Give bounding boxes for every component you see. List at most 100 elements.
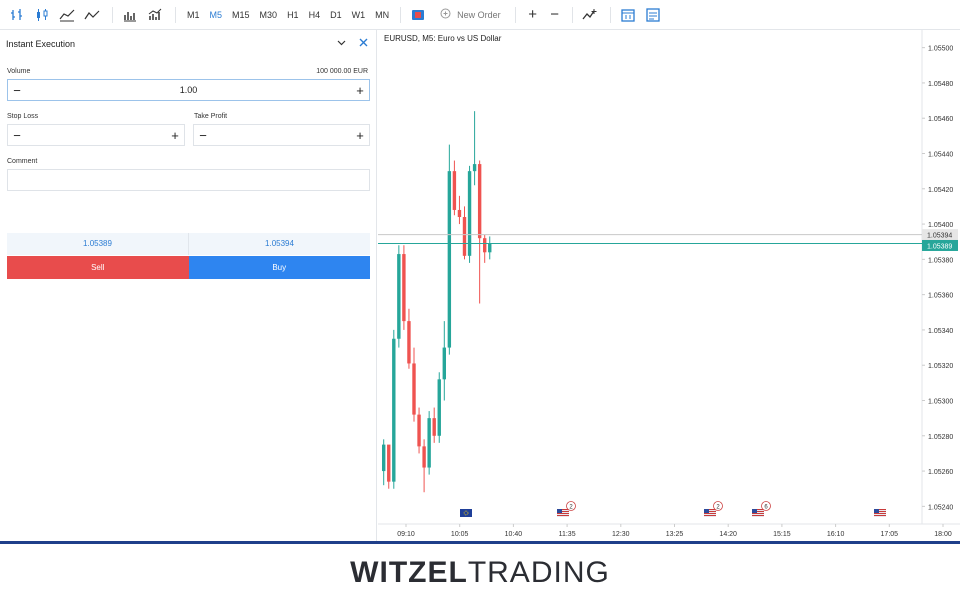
timeframe-w1[interactable]: W1 bbox=[347, 4, 371, 26]
price-axis-label: 1.05420 bbox=[928, 187, 953, 194]
take-profit-decrease-button[interactable]: − bbox=[194, 128, 212, 143]
us-flag-stripe bbox=[704, 513, 716, 514]
time-axis-label: 10:05 bbox=[451, 531, 469, 538]
take-profit-increase-button[interactable]: + bbox=[351, 128, 369, 143]
price-axis-label: 1.05480 bbox=[928, 81, 953, 88]
price-axis-label: 1.05240 bbox=[928, 504, 953, 511]
trade-buttons: Sell Buy bbox=[7, 256, 370, 279]
chevron-down-icon[interactable] bbox=[337, 38, 346, 48]
line-chart-icon[interactable] bbox=[81, 4, 103, 26]
us-flag-canton bbox=[704, 509, 709, 513]
volume-bars-icon[interactable] bbox=[119, 4, 141, 26]
quote-row: 1.05389 1.05394 bbox=[7, 233, 370, 255]
bar-chart-icon[interactable] bbox=[6, 4, 28, 26]
volume-label: Volume bbox=[7, 68, 31, 75]
candle-body bbox=[437, 379, 441, 436]
ask-price: 1.05394 bbox=[265, 239, 294, 248]
zoom-in-button[interactable]: + bbox=[522, 6, 544, 23]
candle-body bbox=[427, 418, 431, 468]
area-chart-icon[interactable] bbox=[56, 4, 78, 26]
indicators-icon[interactable] bbox=[144, 4, 166, 26]
time-axis-label: 17:05 bbox=[881, 531, 899, 538]
toolbar-divider bbox=[112, 6, 113, 23]
volume-input[interactable]: 1.00 bbox=[26, 85, 351, 95]
candle-body bbox=[422, 446, 426, 468]
us-flag-stripe bbox=[557, 515, 569, 516]
us-flag-stripe bbox=[874, 513, 886, 514]
candlestick-icon[interactable] bbox=[31, 4, 53, 26]
candle-body bbox=[392, 338, 396, 482]
us-flag-stripe bbox=[557, 513, 569, 514]
time-axis-label: 10:40 bbox=[505, 531, 523, 538]
take-profit-stepper[interactable]: − + bbox=[193, 124, 370, 146]
timeframe-m5[interactable]: M5 bbox=[205, 4, 228, 26]
time-axis-label: 16:10 bbox=[827, 531, 845, 538]
candle-body bbox=[452, 171, 457, 210]
zoom-out-button[interactable]: − bbox=[544, 6, 566, 23]
order-panel-header: Instant Execution bbox=[0, 30, 376, 58]
price-axis-label: 1.05320 bbox=[928, 363, 953, 370]
timeframe-h4[interactable]: H4 bbox=[304, 4, 326, 26]
volume-increase-button[interactable]: + bbox=[351, 83, 369, 98]
candle-body bbox=[397, 254, 401, 339]
one-click-trading-icon[interactable] bbox=[407, 4, 429, 26]
timeframe-selector: M1 M5 M15 M30 H1 H4 D1 W1 MN bbox=[182, 4, 394, 26]
add-indicator-icon[interactable] bbox=[579, 4, 601, 26]
us-flag-canton bbox=[557, 509, 562, 513]
timeframe-m15[interactable]: M15 bbox=[227, 4, 255, 26]
sell-button[interactable]: Sell bbox=[7, 256, 189, 279]
us-flag-canton bbox=[874, 509, 879, 513]
candle-body bbox=[412, 363, 416, 415]
stop-loss-label: Stop Loss bbox=[7, 113, 39, 120]
brand-logo: WITZELTRADING bbox=[0, 556, 960, 590]
us-flag-stripe bbox=[874, 515, 886, 516]
chart-title: EURUSD, M5: Euro vs US Dollar bbox=[384, 34, 502, 43]
price-axis-label: 1.05400 bbox=[928, 222, 953, 229]
candle-body bbox=[387, 444, 391, 482]
timeframe-m1[interactable]: M1 bbox=[182, 4, 205, 26]
price-axis-label: 1.05380 bbox=[928, 257, 953, 264]
us-flag-stripe bbox=[752, 513, 764, 514]
stop-loss-decrease-button[interactable]: − bbox=[8, 128, 26, 143]
price-axis-label: 1.05300 bbox=[928, 399, 953, 406]
timeframe-h1[interactable]: H1 bbox=[282, 4, 304, 26]
close-icon[interactable] bbox=[359, 36, 368, 50]
panel-title: Instant Execution bbox=[6, 39, 76, 49]
candle-body bbox=[472, 164, 477, 172]
brand-footer: WITZELTRADING bbox=[0, 541, 960, 600]
candle-body bbox=[457, 209, 462, 218]
new-order-label: New Order bbox=[457, 9, 501, 20]
time-axis-label: 15:15 bbox=[773, 531, 791, 538]
price-axis-label: 1.05500 bbox=[928, 46, 953, 53]
candle-body bbox=[402, 254, 406, 322]
templates-icon[interactable] bbox=[642, 4, 664, 26]
toolbar-divider bbox=[514, 6, 516, 23]
price-axis-label: 1.05360 bbox=[928, 293, 953, 300]
ask-price-tag-text: 1.05394 bbox=[927, 233, 952, 240]
candle-body bbox=[432, 418, 436, 436]
stop-loss-stepper[interactable]: − + bbox=[7, 124, 185, 146]
volume-decrease-button[interactable]: − bbox=[8, 83, 26, 98]
volume-stepper[interactable]: − 1.00 + bbox=[7, 79, 370, 101]
new-order-button[interactable]: New Order bbox=[432, 8, 509, 21]
chart-canvas[interactable]: 1.05500 1.05480 1.05460 1.05440 1.05420 1.054… bbox=[378, 30, 960, 541]
candle-body bbox=[483, 238, 487, 253]
bid-price: 1.05389 bbox=[83, 239, 112, 248]
stop-loss-increase-button[interactable]: + bbox=[166, 128, 184, 143]
timeframe-d1[interactable]: D1 bbox=[325, 4, 347, 26]
timeframe-m30[interactable]: M30 bbox=[255, 4, 283, 26]
comment-field[interactable] bbox=[7, 169, 370, 191]
candle-body bbox=[477, 164, 482, 239]
price-axis-label: 1.05340 bbox=[928, 328, 953, 335]
buy-button[interactable]: Buy bbox=[188, 256, 370, 279]
main-toolbar: M1 M5 M15 M30 H1 H4 D1 W1 MN New Order + − bbox=[0, 0, 960, 30]
us-flag-canton bbox=[752, 509, 757, 513]
calendar-icon[interactable] bbox=[617, 4, 639, 26]
price-chart[interactable]: 1.05500 1.05480 1.05460 1.05440 1.05420 1.054… bbox=[378, 30, 960, 541]
timeframe-mn[interactable]: MN bbox=[370, 4, 394, 26]
time-axis-label: 14:20 bbox=[719, 531, 737, 538]
candle-body bbox=[407, 321, 411, 364]
candle-body bbox=[488, 243, 492, 253]
volume-amount: 100 000.00 EUR bbox=[316, 68, 368, 75]
brand-rest: TRADING bbox=[467, 556, 610, 589]
